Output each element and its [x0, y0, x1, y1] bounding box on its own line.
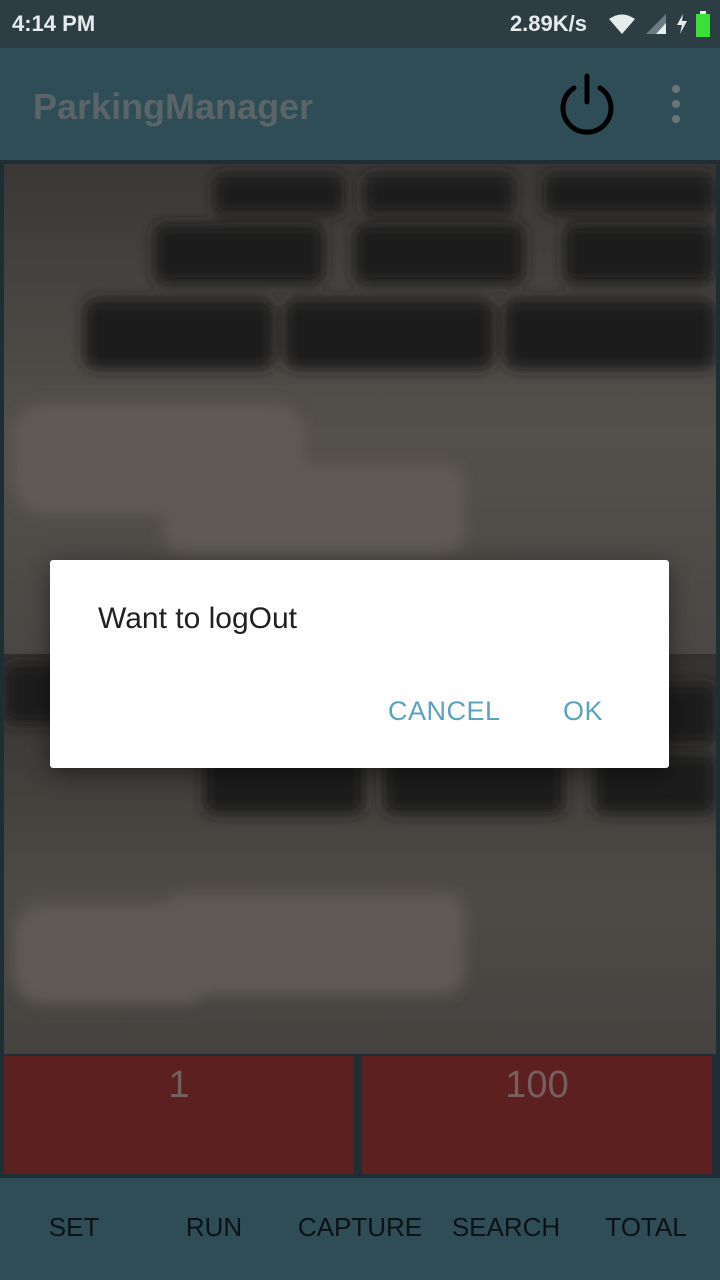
cancel-button[interactable]: CANCEL	[388, 696, 501, 727]
logout-dialog: Want to logOut CANCEL OK	[50, 560, 669, 768]
dialog-message: Want to logOut	[98, 602, 297, 635]
ok-button[interactable]: OK	[563, 696, 603, 727]
